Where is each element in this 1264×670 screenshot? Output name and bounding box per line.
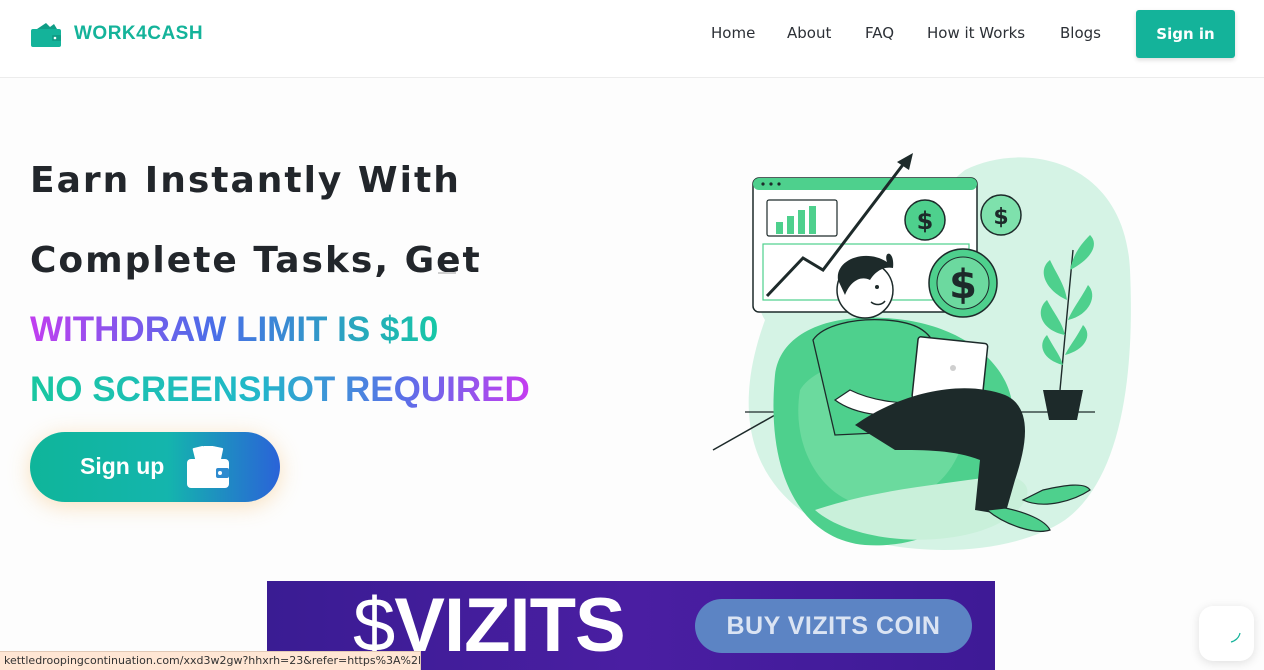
buy-vizits-coin-button[interactable]: BUY VIZITS COIN bbox=[695, 599, 972, 653]
wallet-icon bbox=[187, 445, 229, 488]
nav-link-home[interactable]: Home bbox=[711, 24, 755, 42]
nav-link-about[interactable]: About bbox=[787, 24, 831, 42]
hero-heading-line-1: Earn Instantly With bbox=[30, 160, 461, 201]
typing-cursor bbox=[438, 272, 456, 274]
signin-button[interactable]: Sign in bbox=[1136, 10, 1235, 58]
wallet-logo-icon bbox=[31, 23, 61, 47]
link-status-bar: kettledroopingcontinuation.com/xxd3w2gw?… bbox=[0, 651, 421, 670]
hero-heading-line-2: Complete Tasks, Get bbox=[30, 240, 482, 281]
svg-text:$: $ bbox=[993, 205, 1008, 230]
vizits-logo-text: VIZITS bbox=[394, 583, 625, 668]
svg-text:$: $ bbox=[917, 207, 934, 235]
nav-link-faq[interactable]: FAQ bbox=[865, 24, 894, 42]
withdraw-limit-text: WITHDRAW LIMIT IS $10 bbox=[30, 310, 439, 349]
brand-logo[interactable]: WORK4CASH bbox=[30, 20, 203, 48]
signup-button[interactable]: Sign up bbox=[30, 432, 280, 502]
signup-label: Sign up bbox=[80, 453, 165, 479]
svg-text:$: $ bbox=[949, 262, 977, 308]
navbar: WORK4CASH Home About FAQ How it Works Bl… bbox=[0, 0, 1264, 78]
hero-illustration: $ $ $ bbox=[712, 153, 1131, 550]
no-screenshot-text: NO SCREENSHOT REQUIRED bbox=[30, 370, 530, 409]
nav-link-how-it-works[interactable]: How it Works bbox=[927, 24, 1025, 42]
chat-widget-button[interactable] bbox=[1199, 606, 1254, 661]
brand-name: WORK4CASH bbox=[74, 23, 204, 44]
chat-icon bbox=[1230, 632, 1241, 643]
nav-link-blogs[interactable]: Blogs bbox=[1060, 24, 1101, 42]
